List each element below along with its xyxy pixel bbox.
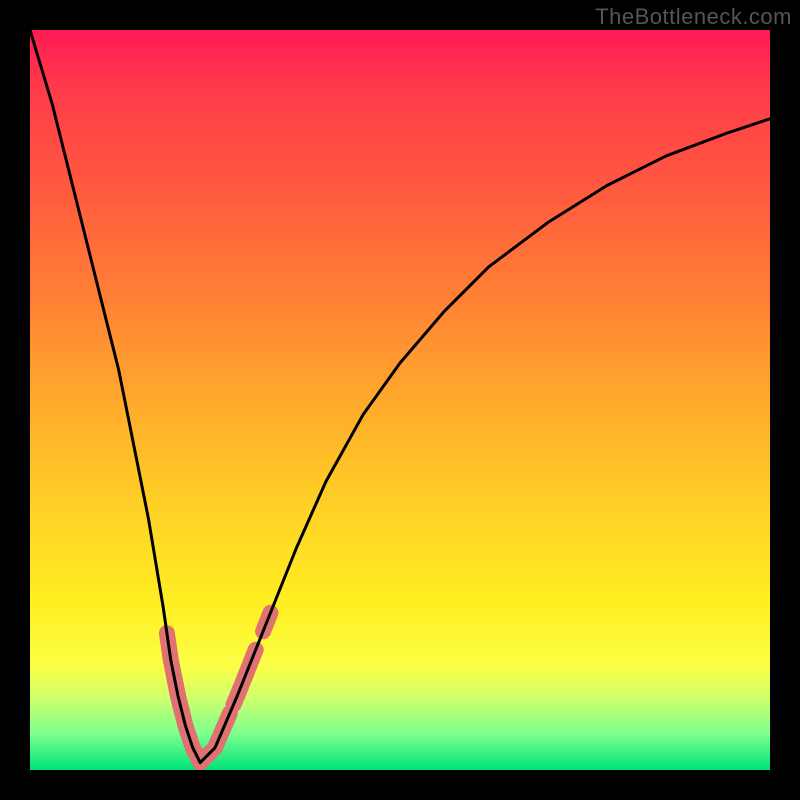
watermark-text: TheBottleneck.com (595, 4, 792, 30)
chart-frame: TheBottleneck.com (0, 0, 800, 800)
curve-layer (30, 30, 770, 770)
plot-area (30, 30, 770, 770)
bottleneck-curve (30, 30, 770, 763)
curve-right-branch (200, 119, 770, 763)
